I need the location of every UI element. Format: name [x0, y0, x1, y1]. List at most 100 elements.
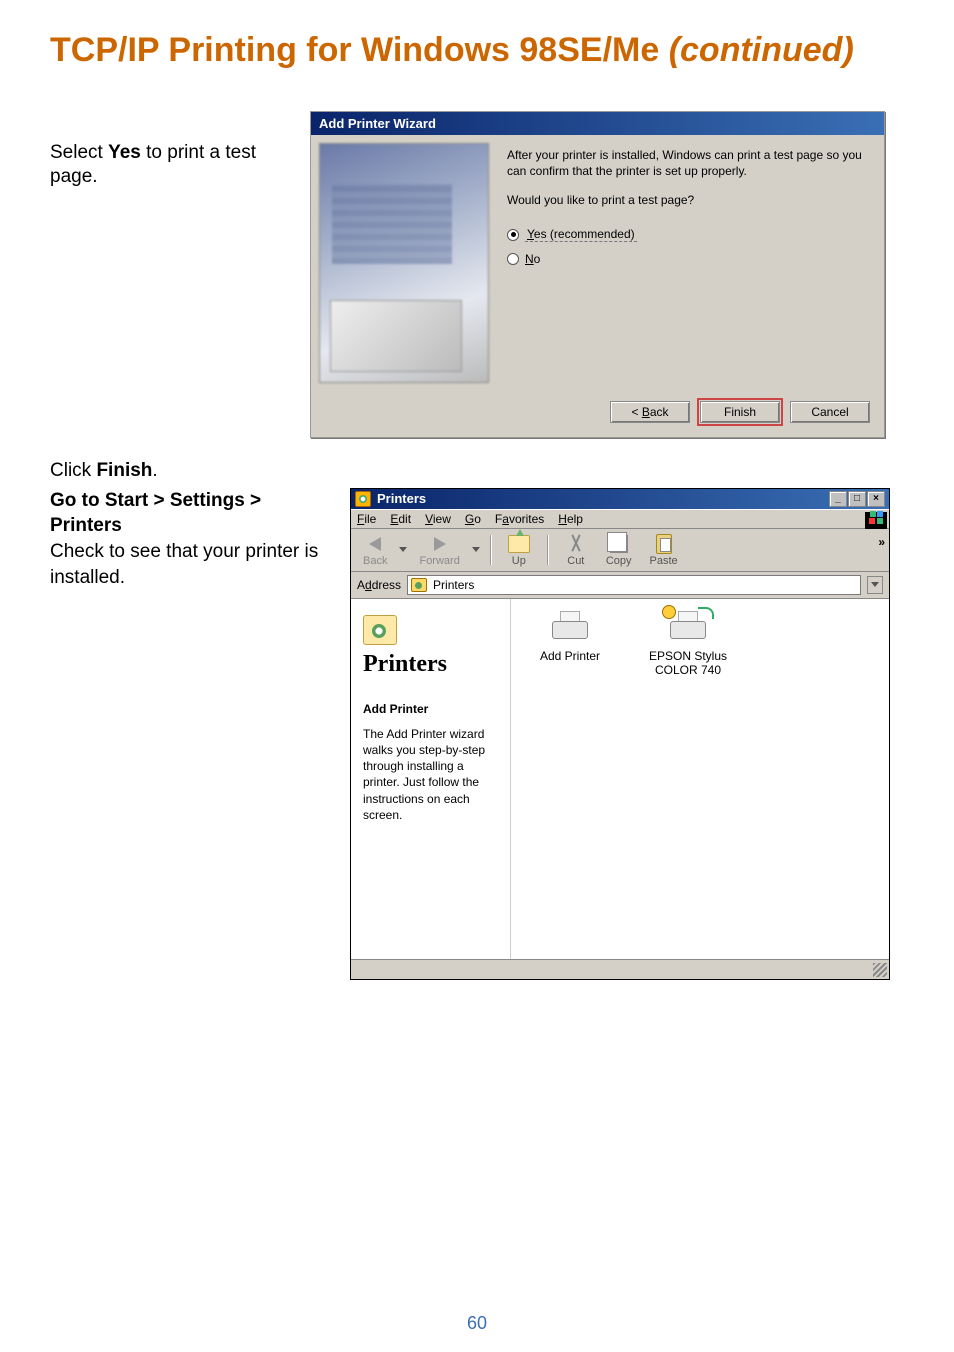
- instruction-goto-start: Go to Start > Settings > Printers Check …: [50, 488, 320, 591]
- instruction-click-finish: Click Finish.: [50, 460, 158, 482]
- add-printer-item[interactable]: Add Printer: [525, 609, 615, 663]
- radio-no[interactable]: [507, 253, 519, 265]
- wizard-question: Would you like to print a test page?: [507, 193, 876, 207]
- menu-file[interactable]: File: [357, 512, 376, 526]
- printers-large-icon: [363, 615, 397, 645]
- back-dropdown-icon[interactable]: [399, 547, 407, 552]
- instr-check-text: Check to see that your printer is instal…: [50, 539, 320, 590]
- instr-bold-path: Go to Start > Settings > Printers: [50, 488, 320, 539]
- btn-prefix: <: [631, 405, 641, 419]
- printer-icon: [548, 609, 592, 645]
- sidebar-subtitle: Add Printer: [363, 702, 502, 716]
- underline-char: a: [502, 512, 509, 526]
- finish-button[interactable]: Finish: [700, 401, 780, 423]
- radio-no-row[interactable]: No: [507, 252, 876, 266]
- menu-rest: ile: [364, 512, 376, 526]
- paste-icon: [656, 534, 672, 554]
- back-toolbar-button[interactable]: Back: [357, 533, 393, 567]
- toolbar: Back Forward Up Cut: [351, 529, 889, 572]
- toolbar-overflow-icon[interactable]: »: [878, 535, 885, 549]
- btn-rest: ack: [650, 405, 669, 419]
- item-label: Add Printer: [525, 649, 615, 663]
- minimize-button[interactable]: _: [829, 491, 847, 507]
- title-main: TCP/IP Printing for Windows 98SE/Me: [50, 31, 669, 69]
- toolbar-label: Cut: [567, 555, 584, 567]
- menu-rest: vorites: [509, 512, 544, 526]
- arrow-left-icon: [369, 537, 381, 551]
- folder-up-icon: [508, 535, 530, 553]
- page-title: TCP/IP Printing for Windows 98SE/Me (con…: [50, 30, 914, 71]
- toolbar-label: Copy: [606, 555, 632, 567]
- sidebar-title: Printers: [363, 651, 502, 678]
- label-rest: es (recommended): [534, 227, 635, 241]
- underline-char: G: [465, 512, 474, 526]
- cut-icon: [567, 534, 585, 554]
- menu-edit[interactable]: Edit: [390, 512, 411, 526]
- address-dropdown-button[interactable]: [867, 576, 883, 594]
- toolbar-label: Back: [363, 555, 387, 567]
- instruction-select-yes: Select Yes to print a test page.: [50, 111, 280, 190]
- printers-window: Printers _ □ × File Edit View Go Favorit…: [350, 488, 890, 980]
- arrow-right-icon: [434, 537, 446, 551]
- address-value: Printers: [433, 578, 474, 592]
- title-continued: (continued): [669, 31, 854, 69]
- address-bar: Address Printers: [351, 572, 889, 599]
- menu-view[interactable]: View: [425, 512, 451, 526]
- status-bar: [351, 959, 889, 979]
- forward-dropdown-icon[interactable]: [472, 547, 480, 552]
- close-button[interactable]: ×: [867, 491, 885, 507]
- label-pre: A: [357, 578, 365, 592]
- instr-text: Click: [50, 460, 96, 481]
- underline-char: H: [558, 512, 567, 526]
- menu-rest: iew: [433, 512, 451, 526]
- copy-toolbar-button[interactable]: Copy: [600, 533, 638, 567]
- maximize-button[interactable]: □: [848, 491, 866, 507]
- paste-toolbar-button[interactable]: Paste: [644, 533, 684, 567]
- menu-rest: elp: [567, 512, 583, 526]
- radio-yes-row[interactable]: Yes (recommended): [507, 227, 876, 242]
- item-label-line2: COLOR 740: [643, 663, 733, 677]
- wizard-message: After your printer is installed, Windows…: [507, 147, 876, 179]
- toolbar-label: Up: [512, 555, 526, 567]
- toolbar-label: Paste: [650, 555, 678, 567]
- underline-char: V: [425, 512, 433, 526]
- underline-char: Y: [527, 227, 534, 241]
- installed-printer-item[interactable]: EPSON Stylus COLOR 740: [643, 609, 733, 677]
- cut-toolbar-button[interactable]: Cut: [558, 533, 594, 567]
- menu-bar: File Edit View Go Favorites Help: [351, 509, 889, 529]
- radio-yes-label: Yes (recommended): [525, 227, 637, 242]
- label-rest: o: [534, 252, 541, 266]
- menu-favorites[interactable]: Favorites: [495, 512, 544, 526]
- up-toolbar-button[interactable]: Up: [501, 533, 537, 567]
- add-printer-wizard-dialog: Add Printer Wizard After your printer is…: [310, 111, 885, 438]
- toolbar-separator: [547, 535, 548, 565]
- menu-help[interactable]: Help: [558, 512, 583, 526]
- explorer-content: Add Printer EPSON Stylus COLOR 740: [511, 599, 889, 959]
- radio-no-label: No: [525, 252, 540, 266]
- menu-go[interactable]: Go: [465, 512, 481, 526]
- printers-folder-icon: [355, 491, 371, 507]
- address-label: Address: [357, 578, 401, 592]
- instr-bold-finish: Finish: [96, 460, 152, 481]
- instr-text: Select: [50, 142, 108, 163]
- instr-bold-yes: Yes: [108, 142, 141, 163]
- radio-yes[interactable]: [507, 229, 519, 241]
- menu-rest: dit: [398, 512, 411, 526]
- toolbar-separator: [490, 535, 491, 565]
- back-button[interactable]: < Back: [610, 401, 690, 423]
- address-field[interactable]: Printers: [407, 575, 861, 595]
- wizard-printer-image: [319, 143, 489, 383]
- menu-rest: o: [474, 512, 481, 526]
- toolbar-label: Forward: [419, 555, 459, 567]
- forward-toolbar-button[interactable]: Forward: [413, 533, 465, 567]
- installed-printer-icon: [666, 609, 710, 645]
- underline-char: d: [365, 578, 372, 592]
- copy-icon: [610, 535, 628, 553]
- chevron-down-icon: [871, 582, 879, 587]
- underline-char: N: [525, 252, 534, 266]
- page-number: 60: [0, 1313, 954, 1334]
- address-folder-icon: [411, 578, 427, 592]
- window-title-text: Printers: [377, 491, 426, 506]
- cancel-button[interactable]: Cancel: [790, 401, 870, 423]
- label-rest: dress: [372, 578, 401, 592]
